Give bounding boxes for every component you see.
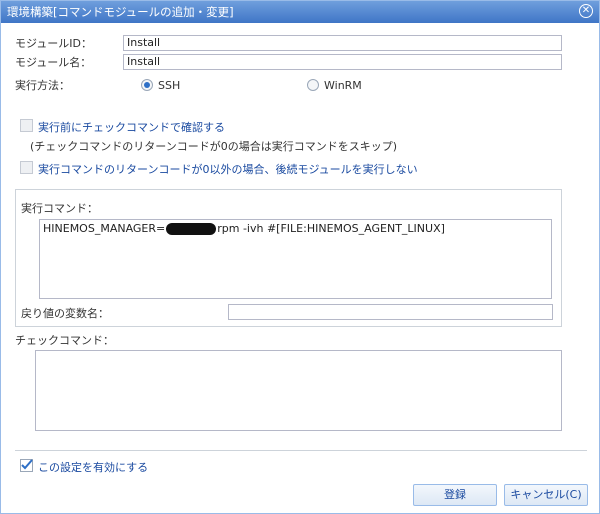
radio-winrm-label: WinRM (324, 79, 362, 92)
stop-on-error-label: 実行コマンドのリターンコードが0以外の場合、後続モジュールを実行しない (38, 163, 418, 176)
module-id-label: モジュールID： (15, 37, 92, 50)
register-button[interactable]: 登録 (413, 484, 497, 506)
module-name-label: モジュール名： (15, 56, 92, 69)
precheck-label: 実行前にチェックコマンドで確認する (38, 121, 225, 134)
module-name-value: Install (127, 55, 161, 68)
module-id-value: Install (127, 36, 161, 49)
dialog-titlebar: 環境構築[コマンドモジュールの追加・変更] ✕ (1, 1, 599, 23)
checkmark-icon (21, 459, 33, 470)
redacted-value (166, 223, 217, 235)
return-var-input[interactable] (228, 304, 553, 320)
enable-checkbox[interactable] (20, 459, 33, 472)
exec-command-textarea[interactable]: HINEMOS_MANAGER= rpm -ivh #[FILE:HINEMOS_… (39, 219, 552, 299)
enable-label: この設定を有効にする (38, 461, 149, 474)
precheck-checkbox[interactable] (20, 119, 33, 132)
radio-ssh[interactable] (141, 79, 153, 91)
dialog-title: 環境構築[コマンドモジュールの追加・変更] (7, 5, 234, 19)
check-command-label: チェックコマンド： (15, 334, 114, 347)
radio-winrm[interactable] (307, 79, 319, 91)
exec-command-label: 実行コマンド： (21, 202, 98, 215)
dialog-window: 環境構築[コマンドモジュールの追加・変更] ✕ モジュールID： Install… (0, 0, 600, 514)
exec-command-prefix: HINEMOS_MANAGER= (43, 222, 166, 235)
stop-on-error-checkbox[interactable] (20, 161, 33, 174)
exec-method-label: 実行方法： (15, 79, 70, 92)
radio-ssh-label: SSH (158, 79, 181, 92)
footer-divider (15, 450, 587, 451)
exec-command-suffix: rpm -ivh #[FILE:HINEMOS_AGENT_LINUX] (217, 222, 445, 235)
check-command-textarea[interactable] (35, 350, 562, 431)
precheck-note: (チェックコマンドのリターンコードが0の場合は実行コマンドをスキップ) (30, 140, 398, 153)
cancel-button[interactable]: キャンセル(C) (504, 484, 588, 506)
module-id-input[interactable]: Install (123, 35, 562, 51)
return-var-label: 戻り値の変数名： (21, 307, 109, 320)
module-name-input[interactable]: Install (123, 54, 562, 70)
close-icon[interactable]: ✕ (579, 4, 593, 18)
